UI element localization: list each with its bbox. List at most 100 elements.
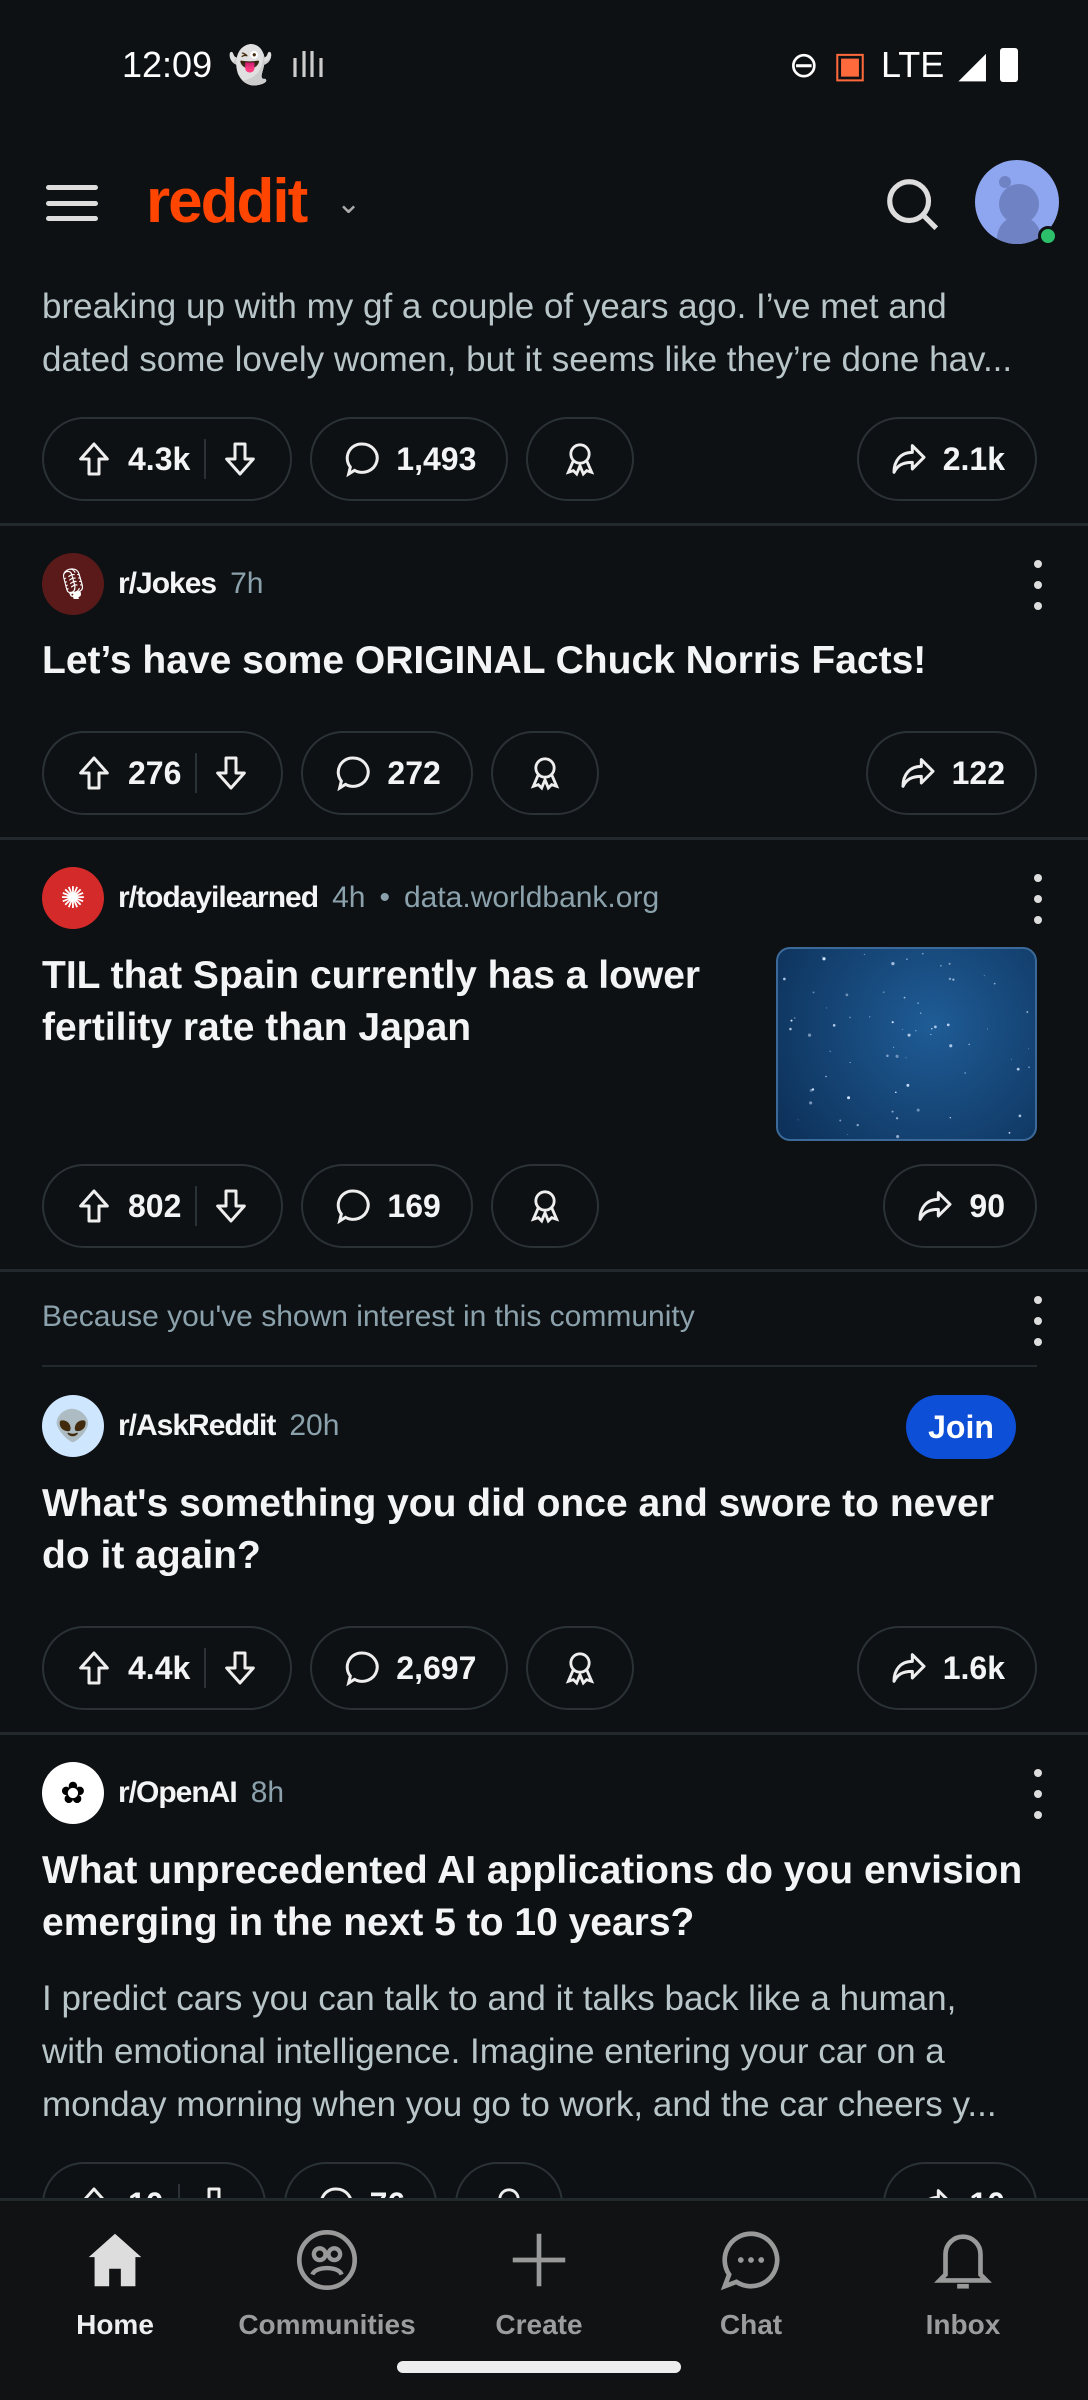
comments-button[interactable]: 1,493 — [310, 417, 509, 501]
join-button[interactable]: Join — [906, 1395, 1016, 1459]
post-age: 20h — [289, 1409, 340, 1442]
more-options-icon[interactable] — [1028, 874, 1048, 924]
post-body[interactable]: breaking up with my gf a couple of years… — [42, 280, 1052, 386]
star-dot — [921, 952, 924, 955]
nav-communities[interactable]: Communities — [237, 2225, 417, 2341]
nav-inbox[interactable]: Inbox — [873, 2225, 1053, 2341]
downvote-icon[interactable] — [220, 1648, 260, 1688]
downvote-icon[interactable] — [211, 1186, 251, 1226]
home-indicator[interactable] — [397, 2361, 681, 2373]
star-dot — [930, 1034, 932, 1036]
reddit-logo[interactable]: reddit — [146, 166, 308, 237]
star-dot — [949, 1117, 952, 1119]
subreddit-name[interactable]: r/Jokes — [118, 567, 217, 601]
star-dot — [905, 1057, 907, 1059]
post-title[interactable]: Let’s have some ORIGINAL Chuck Norris Fa… — [42, 635, 1052, 687]
award-button[interactable] — [526, 1626, 635, 1710]
divider — [0, 1269, 1088, 1272]
subreddit-icon-todayilearned[interactable]: ✺ — [42, 867, 104, 929]
post-title[interactable]: TIL that Spain currently has a lower fert… — [42, 950, 742, 1054]
post-body[interactable]: I predict cars you can talk to and it ta… — [42, 1972, 1052, 2131]
star-dot — [869, 1016, 871, 1018]
nav-chat[interactable]: Chat — [661, 2225, 841, 2341]
award-button[interactable] — [490, 1164, 599, 1248]
plus-icon — [512, 2233, 566, 2287]
star-dot — [1028, 1066, 1030, 1069]
more-options-icon[interactable] — [1028, 560, 1048, 610]
upvote-icon[interactable] — [74, 439, 114, 479]
comment-count: 272 — [387, 754, 441, 791]
downvote-icon[interactable] — [220, 439, 260, 479]
share-count: 122 — [951, 754, 1005, 791]
subreddit-icon-askreddit[interactable]: 👽 — [42, 1395, 104, 1457]
upvote-icon[interactable] — [74, 1648, 114, 1688]
share-count: 1.6k — [942, 1649, 1005, 1686]
comment-icon — [333, 753, 373, 793]
comments-button[interactable]: 272 — [301, 731, 473, 815]
post-age: 7h — [230, 567, 264, 600]
post-title[interactable]: What's something you did once and swore … — [42, 1478, 1052, 1582]
status-time: 12:09 — [122, 44, 213, 85]
upvote-icon[interactable] — [74, 753, 114, 793]
share-button[interactable]: 1.6k — [856, 1626, 1037, 1710]
star-dot — [891, 961, 895, 966]
award-button[interactable] — [526, 417, 635, 501]
comment-count: 2,697 — [396, 1649, 477, 1686]
star-dot — [907, 1033, 911, 1037]
network-type: LTE — [880, 44, 945, 85]
subreddit-icon-openai[interactable]: ✿ — [42, 1762, 104, 1824]
subreddit-icon-jokes[interactable]: 🎙 — [42, 553, 104, 615]
star-dot — [903, 996, 906, 999]
share-button[interactable]: 90 — [883, 1164, 1037, 1248]
more-options-icon[interactable] — [1028, 1296, 1048, 1346]
menu-icon[interactable] — [46, 185, 98, 221]
nav-home[interactable]: Home — [25, 2225, 205, 2341]
snapchat-icon: 👻 — [228, 44, 273, 85]
star-dot — [986, 1028, 988, 1030]
star-dot — [839, 1119, 842, 1122]
post-meta: 👽 r/AskReddit 20h — [42, 1395, 340, 1457]
star-dot — [895, 1117, 899, 1120]
star-dot — [1018, 1114, 1022, 1118]
star-dot — [933, 1025, 937, 1029]
vote-pill: 276 — [42, 731, 284, 815]
link-domain[interactable]: data.worldbank.org — [404, 881, 659, 915]
subreddit-name[interactable]: r/AskReddit — [118, 1409, 276, 1443]
star-dot — [964, 1072, 966, 1074]
share-button[interactable]: 122 — [865, 731, 1037, 815]
post-thumbnail[interactable] — [776, 947, 1037, 1141]
star-dot — [797, 1119, 799, 1121]
star-dot — [790, 1019, 793, 1022]
comments-button[interactable]: 2,697 — [310, 1626, 509, 1710]
star-dot — [826, 1007, 828, 1009]
comments-button[interactable]: 169 — [301, 1164, 473, 1248]
divider — [0, 1732, 1088, 1735]
nav-create[interactable]: Create — [449, 2225, 629, 2341]
more-options-icon[interactable] — [1028, 1769, 1048, 1819]
star-dot — [895, 1054, 899, 1058]
status-bar: 12:09 👻 ıllı ⊖ ▣ LTE ◢ — [0, 0, 1088, 130]
star-dot — [1016, 1067, 1020, 1071]
star-dot — [807, 1033, 812, 1037]
star-dot — [906, 1083, 910, 1087]
subreddit-name[interactable]: r/OpenAI — [118, 1776, 238, 1810]
feed-chevron-down-icon[interactable]: ⌄ — [336, 186, 361, 221]
vote-pill: 4.3k — [42, 417, 293, 501]
nav-label: Communities — [238, 2309, 416, 2340]
home-icon — [88, 2233, 142, 2287]
nav-label: Chat — [719, 2309, 783, 2340]
post-title[interactable]: What unprecedented AI applications do yo… — [42, 1845, 1052, 1949]
share-button[interactable]: 2.1k — [856, 417, 1037, 501]
star-dot — [847, 1134, 849, 1135]
search-icon[interactable] — [882, 174, 944, 236]
star-dot — [789, 1027, 792, 1031]
downvote-icon[interactable] — [211, 753, 251, 793]
award-button[interactable] — [490, 731, 599, 815]
share-icon — [898, 753, 938, 793]
nav-label: Home — [76, 2309, 154, 2340]
star-dot — [1027, 1048, 1029, 1050]
upvote-icon[interactable] — [74, 1186, 114, 1226]
nav-label: Create — [495, 2309, 583, 2340]
subreddit-name[interactable]: r/todayilearned — [118, 881, 319, 915]
star-dot — [1026, 1011, 1029, 1014]
